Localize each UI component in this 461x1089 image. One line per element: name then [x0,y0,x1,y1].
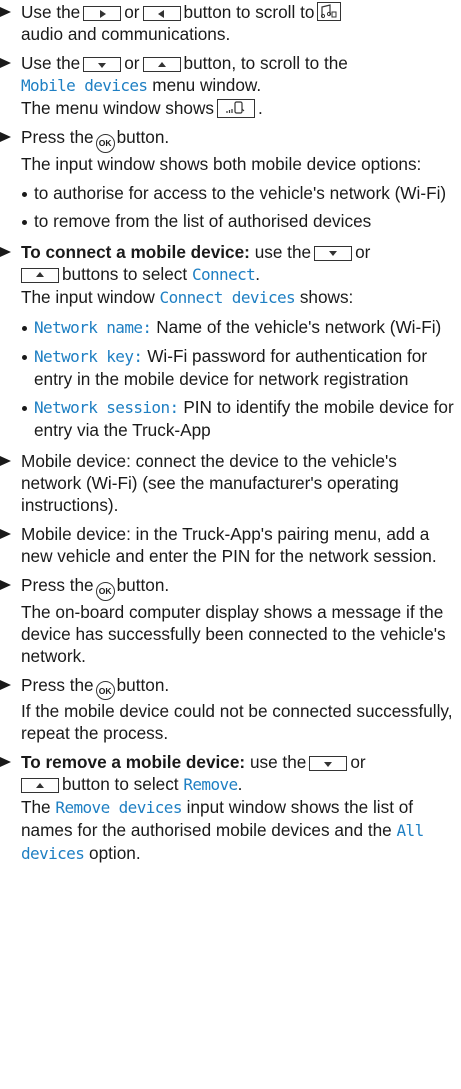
field-name: Network session: [34,397,179,417]
step-text: or [350,752,366,773]
step-text: . [255,263,260,284]
list-item: Network key: Wi-Fi password for authenti… [0,345,461,390]
step-text: button to select [62,774,179,795]
step-result: The input window shows both mobile devic… [21,153,422,174]
step-arrow-icon [0,679,11,690]
step-result: If the mobile device could not be connec… [21,701,453,744]
step-text: button. [116,674,170,695]
list-item: to remove from the list of authorised de… [0,210,461,232]
step-text: . [237,774,243,795]
step-text: button. [116,127,170,147]
field-name: Network key: [34,346,143,366]
arrow-up-key-icon [21,778,59,794]
step-arrow-icon [0,528,11,539]
field-name: Network name: [34,317,152,337]
ok-button-icon: OK [95,581,115,601]
step-arrow-icon [0,455,11,466]
step-text: buttons to select [62,263,188,284]
list-item: to authorise for access to the vehicle's… [0,182,461,204]
step-text: or [124,53,140,73]
step-result: The [21,797,51,818]
step-text: menu window. [152,75,262,95]
list-item: Network session: PIN to identify the mob… [0,396,461,441]
arrow-down-key-icon [309,756,348,772]
step-7: Press the OK button. The on-board computer… [0,574,461,667]
ok-button-icon: OK [95,681,115,701]
step-arrow-icon [0,132,11,142]
step-8: Press the OK button. If the mobile device … [0,674,461,745]
arrow-down-key-icon [83,57,122,72]
window-name: Remove devices [55,798,182,818]
step-arrow-icon [0,579,11,590]
menu-option: Connect [191,264,256,284]
step-text: Mobile device: connect the device to the… [21,450,399,515]
mobile-device-icon [216,99,255,118]
step-result: The on-board computer display shows a me… [21,601,446,666]
step-arrow-icon [0,246,11,257]
step-text: use the [254,241,312,262]
step-text: button. [116,574,170,595]
window-name: Connect devices [159,287,296,307]
arrow-up-key-icon [21,267,59,283]
step-text: Mobile device: in the Truck-App's pairin… [21,523,437,566]
step-arrow-icon [0,757,11,768]
arrow-down-key-icon [314,245,353,261]
list-item: Network name: Name of the vehicle's netw… [0,316,461,339]
menu-name: Mobile devices [21,76,148,95]
step-text: button, to scroll to the [183,53,348,73]
field-desc: Name of the vehicle's network (Wi-Fi) [156,316,442,337]
arrow-up-key-icon [142,57,181,72]
step-5: Mobile device: connect the device to the… [0,450,461,516]
step-text: button to scroll to [183,2,315,22]
step-text: option. [89,843,141,864]
step-text: shows: [299,286,354,307]
step-text: Press the [21,127,94,147]
instructions: Use the or button to scroll to audio and c… [0,1,461,872]
step-2: Use the or button, to scroll to the Mobile… [0,52,461,119]
step-4: To connect a mobile device: use the or bu… [0,241,461,309]
step-heading: To connect a mobile device: [21,241,250,262]
step-result: The menu window shows [21,98,214,118]
step-arrow-icon [0,58,11,68]
menu-option: Remove [183,775,238,795]
step-text: Use the [21,2,81,22]
step-text: or [124,2,140,22]
step-text: use the [249,752,307,773]
step-result: The input window [21,286,155,307]
step-text: Press the [21,574,94,595]
step-1: Use the or button to scroll to audio and c… [0,1,461,45]
option-text: to authorise for access to the vehicle's… [34,182,447,203]
step-heading: To remove a mobile device: [21,752,246,773]
step-3: Press the OK button. The input window show… [0,126,461,175]
ok-button-icon: OK [95,133,115,153]
step-text: or [355,241,371,262]
arrow-right-key-icon [83,6,122,21]
step-text: Use the [21,53,81,73]
step-text: audio and communications. [21,24,231,44]
step-arrow-icon [0,7,11,17]
option-text: to remove from the list of authorised de… [34,210,372,231]
step-9: To remove a mobile device: use the or but… [0,751,461,865]
step-text: . [257,98,263,118]
audio-communications-icon [317,2,342,21]
step-text: Press the [21,674,94,695]
arrow-left-key-icon [142,6,181,21]
step-6: Mobile device: in the Truck-App's pairin… [0,523,461,567]
